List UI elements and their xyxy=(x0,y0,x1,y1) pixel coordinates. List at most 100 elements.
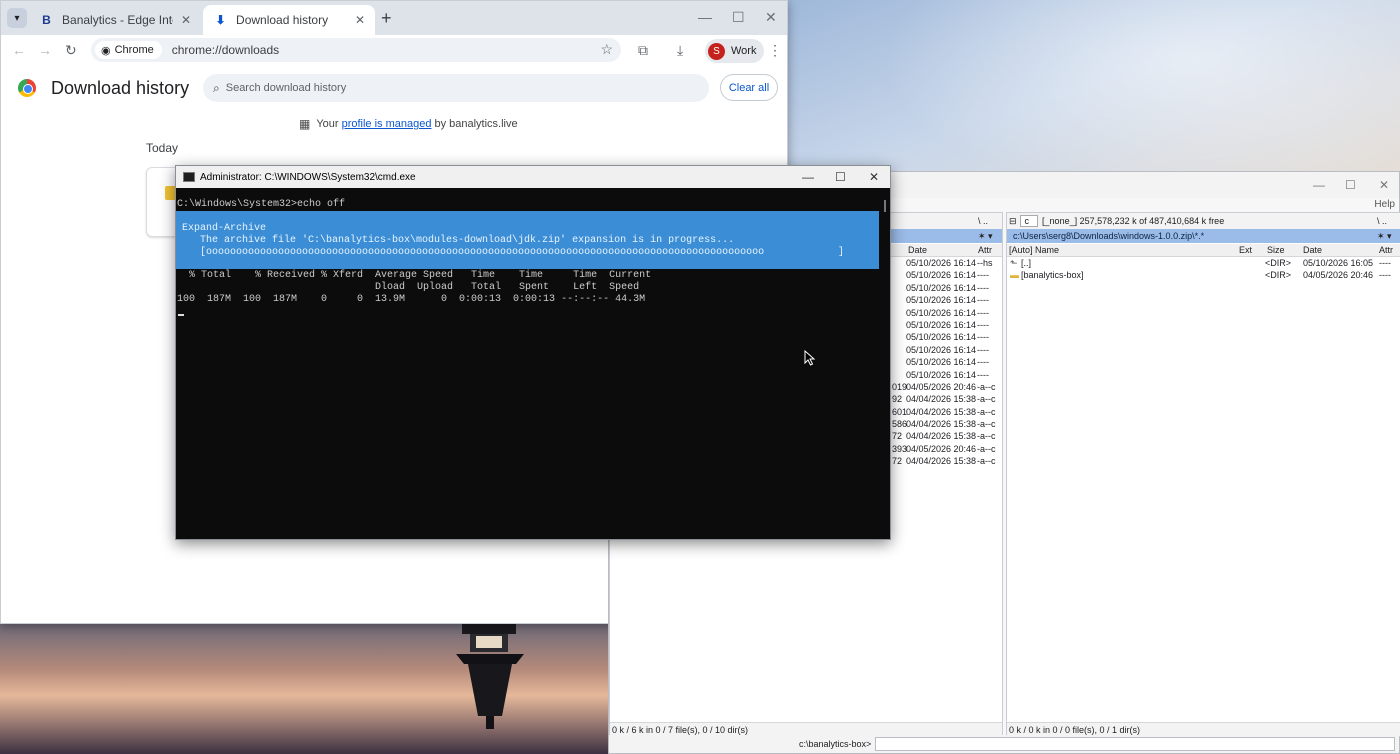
table-row[interactable]: ⬑ [..] <DIR> 05/10/2026 16:05 ---- xyxy=(1007,258,1400,270)
command-prompt-label: c:\banalytics-box> xyxy=(799,739,872,749)
close-window-icon[interactable]: ✕ xyxy=(1379,178,1389,192)
browser-toolbar: ← → ↻ ◉ Chrome chrome://downloads ☆ ⧉ ⤓ … xyxy=(1,35,787,65)
expand-archive-progress: Expand-Archive The archive file 'C:\bana… xyxy=(176,211,879,269)
cell-attr: ---- xyxy=(1379,258,1391,268)
maximize-icon[interactable]: ☐ xyxy=(732,9,745,26)
close-window-icon[interactable]: ✕ xyxy=(765,9,777,26)
cell-date: 05/10/2026 16:14 xyxy=(906,319,977,330)
cell-date: 04/05/2026 20:46 xyxy=(906,381,977,392)
command-line-input[interactable] xyxy=(875,737,1395,751)
drive-select[interactable]: c xyxy=(1019,215,1039,227)
banalytics-favicon-icon: B xyxy=(42,13,51,27)
profile-label: Work xyxy=(731,45,757,57)
col-attr[interactable]: Attr xyxy=(978,245,992,255)
download-favicon-icon: ⬇ xyxy=(215,13,226,27)
cell-date: 04/04/2026 15:38 xyxy=(906,406,977,417)
parent-folder-icon: ⬑ xyxy=(1010,258,1018,268)
cell-date: 05/10/2026 16:14 xyxy=(906,258,977,268)
cell-size: <DIR> xyxy=(1265,258,1292,268)
bookmark-star-icon[interactable]: ☆ xyxy=(600,41,613,58)
cell-date: 04/04/2026 15:38 xyxy=(906,394,977,405)
managed-suffix: by banalytics.live xyxy=(434,118,518,130)
drive-icon: ⊟ xyxy=(1009,215,1017,226)
path-root-nav[interactable]: \ .. xyxy=(1377,216,1387,226)
cell-attr: -a--c xyxy=(977,381,996,392)
right-path-bar[interactable]: c:\Users\serg8\Downloads\windows-1.0.0.z… xyxy=(1007,229,1400,243)
col-size[interactable]: Size xyxy=(1267,245,1285,255)
reload-icon[interactable]: ↻ xyxy=(65,42,77,59)
col-attr[interactable]: Attr xyxy=(1379,245,1393,255)
wallpaper-sky xyxy=(880,0,1400,200)
path-root-nav[interactable]: \ .. xyxy=(978,216,988,226)
cell-date: 04/04/2026 15:38 xyxy=(906,419,977,430)
console-scrollbar[interactable] xyxy=(884,200,886,212)
curl-header-line2: Dload Upload Total Spent Left Speed xyxy=(177,282,640,293)
cell-size: 019 xyxy=(892,381,908,392)
extensions-puzzle-icon[interactable]: ⧉ xyxy=(638,42,648,59)
col-date[interactable]: Date xyxy=(1303,245,1322,255)
cell-date: 05/10/2026 16:14 xyxy=(906,270,977,281)
cell-size: 601 xyxy=(892,406,908,417)
profile-button[interactable]: S Work xyxy=(705,39,765,63)
cmd-titlebar: Administrator: C:\WINDOWS\System32\cmd.e… xyxy=(176,166,890,188)
col-ext[interactable]: Ext xyxy=(1239,245,1252,255)
console-output[interactable]: C:\Windows\System32>echo off Expand-Arch… xyxy=(176,188,879,540)
tab-title: Download history xyxy=(236,13,329,27)
cell-date: 05/10/2026 16:05 xyxy=(1303,258,1374,268)
folder-icon: ▬ xyxy=(1010,270,1019,281)
col-date[interactable]: Date xyxy=(908,245,927,255)
new-tab-plus-icon[interactable]: + xyxy=(381,8,392,28)
cell-attr: ---- xyxy=(977,369,989,380)
minimize-icon[interactable]: — xyxy=(698,9,712,25)
cell-name: [banalytics-box] xyxy=(1021,270,1084,281)
history-star-icon[interactable]: ✶ ▾ xyxy=(1377,231,1392,242)
maximize-icon[interactable]: ☐ xyxy=(1345,178,1356,192)
left-status-bar: 0 k / 6 k in 0 / 7 file(s), 0 / 10 dir(s… xyxy=(610,722,1002,736)
col-name[interactable]: [Auto] Name xyxy=(1009,245,1059,255)
cell-attr: -a--c xyxy=(977,419,996,430)
search-download-history-input[interactable]: ⌕ Search download history xyxy=(203,74,709,102)
tab-strip: ▾ B Banalytics - Edge Intelligence fo ✕ … xyxy=(1,1,787,35)
chrome-logo-icon xyxy=(18,79,36,97)
cell-attr: -a--c xyxy=(977,431,996,442)
history-star-icon[interactable]: ✶ ▾ xyxy=(978,231,993,242)
cell-date: 05/10/2026 16:14 xyxy=(906,344,977,355)
cell-date: 05/10/2026 16:14 xyxy=(906,357,977,368)
tab-banalytics[interactable]: B Banalytics - Edge Intelligence fo ✕ xyxy=(29,5,201,35)
cell-attr: -a--c xyxy=(977,443,996,454)
minimize-icon[interactable]: — xyxy=(1313,178,1325,192)
cell-attr: -a--c xyxy=(977,406,996,417)
minimize-icon[interactable]: — xyxy=(802,170,814,184)
chip-label: Chrome xyxy=(114,44,154,56)
chevron-down-icon: ▾ xyxy=(14,12,20,24)
cell-size: 393 xyxy=(892,443,908,454)
clear-all-button[interactable]: Clear all xyxy=(720,74,778,101)
cell-attr: --hs xyxy=(977,258,993,268)
site-info-chip[interactable]: ◉ Chrome xyxy=(95,41,162,59)
maximize-icon[interactable]: ☐ xyxy=(835,170,846,184)
address-bar[interactable]: ◉ Chrome chrome://downloads ☆ xyxy=(91,38,621,62)
downloads-icon[interactable]: ⤓ xyxy=(677,42,683,59)
table-row[interactable]: ▬ [banalytics-box] <DIR> 04/05/2026 20:46 --… xyxy=(1007,270,1400,282)
page-title: Download history xyxy=(51,78,190,98)
tab-search-button[interactable]: ▾ xyxy=(7,8,27,28)
cell-date: 05/10/2026 16:14 xyxy=(906,307,977,318)
cell-attr: ---- xyxy=(977,319,989,330)
close-window-icon[interactable]: ✕ xyxy=(869,170,879,184)
close-tab-icon[interactable]: ✕ xyxy=(181,13,191,27)
cell-attr: ---- xyxy=(977,332,989,343)
menu-help[interactable]: Help xyxy=(1374,199,1395,210)
date-group-heading: Today xyxy=(146,141,179,155)
back-arrow-icon[interactable]: ← xyxy=(12,42,26,58)
tab-download-history[interactable]: ⬇ Download history ✕ xyxy=(203,5,375,35)
right-file-panel: ⊟ c [_none_] 257,578,232 k of 487,410,68… xyxy=(1006,212,1400,737)
right-file-list: ⬑ [..] <DIR> 05/10/2026 16:05 ---- ▬ [banalyti… xyxy=(1007,258,1400,283)
profile-managed-link[interactable]: profile is managed xyxy=(342,118,432,130)
cell-date: 04/05/2026 20:46 xyxy=(906,443,977,454)
text-cursor xyxy=(178,314,184,316)
forward-arrow-icon[interactable]: → xyxy=(38,42,52,58)
kebab-menu-icon[interactable]: ⋮ xyxy=(768,42,782,59)
close-tab-icon[interactable]: ✕ xyxy=(355,13,365,27)
cell-attr: ---- xyxy=(977,307,989,318)
terminal-icon xyxy=(183,172,195,182)
